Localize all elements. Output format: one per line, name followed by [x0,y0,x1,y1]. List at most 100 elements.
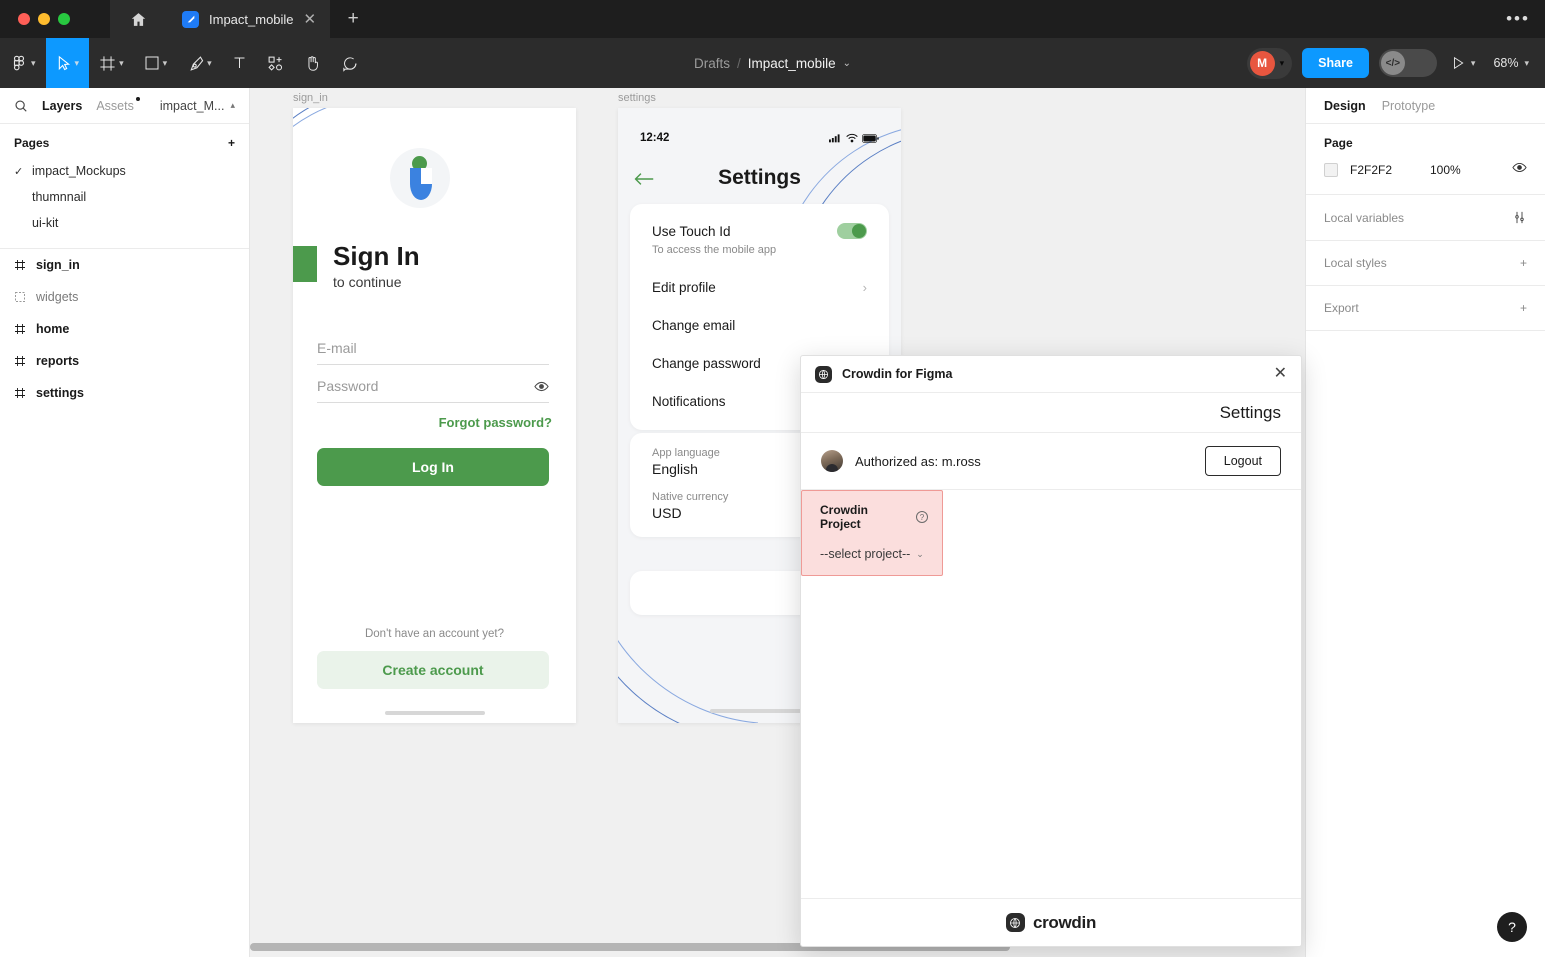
touch-id-toggle[interactable] [837,223,867,239]
frame-icon [100,55,115,71]
layer-item-label: settings [36,386,84,400]
eye-icon [1512,162,1527,173]
maximize-window-button[interactable] [58,13,70,25]
local-styles-label: Local styles [1324,256,1387,270]
close-tab-button[interactable]: ✕ [304,12,317,27]
pen-tool-caret: ▾ [207,57,212,68]
new-tab-button[interactable]: + [330,0,377,38]
add-local-style-button[interactable]: + [1520,257,1527,269]
file-tab[interactable]: Impact_mobile ✕ [166,0,331,38]
window-menu-button[interactable]: ••• [1491,0,1545,38]
home-icon [131,12,145,26]
password-field[interactable]: Password [317,378,549,403]
layer-item-reports[interactable]: reports [0,345,249,377]
shape-tool[interactable]: ▾ [134,38,178,88]
add-export-button[interactable]: + [1520,302,1527,314]
log-in-button[interactable]: Log In [317,448,549,486]
export-section[interactable]: Export + [1306,286,1545,331]
mockup-sign-in[interactable]: Sign In to continue E-mail Password Forg… [293,108,576,723]
color-swatch[interactable] [1324,163,1338,177]
dev-mode-toggle[interactable]: </> [1378,49,1437,77]
help-circle-icon[interactable]: ? [916,511,928,523]
visibility-toggle[interactable] [1512,160,1527,180]
toolbar-right-controls: M ▾ Share </> ▾ 68% ▾ [1246,47,1545,79]
authorized-as-label: Authorized as: m.ross [855,453,981,469]
dialog-section-title: Settings [1219,402,1281,422]
home-button[interactable] [110,0,166,38]
hand-tool[interactable] [294,38,331,88]
email-field[interactable]: E-mail [317,340,549,365]
page-item-ui-kit[interactable]: ui-kit [0,210,249,236]
comment-tool[interactable] [331,38,368,88]
avatar-chevron-down-icon: ▾ [1279,57,1285,68]
add-page-button[interactable]: + [228,137,235,149]
text-icon [234,57,245,68]
resources-tool[interactable] [257,38,294,88]
status-time: 12:42 [640,132,670,144]
create-account-button[interactable]: Create account [317,651,549,689]
layer-item-settings[interactable]: settings [0,377,249,409]
frame-icon [15,356,25,366]
logout-button[interactable]: Logout [1204,446,1281,476]
right-panel: Design Prototype Page F2F2F2 100% Local … [1305,88,1545,957]
text-tool[interactable] [222,38,257,88]
tab-layers[interactable]: Layers [42,99,82,113]
project-select-value: --select project-- [820,547,911,561]
pen-tool[interactable]: ▾ [177,38,222,88]
eye-icon[interactable] [534,379,549,394]
pages-header-label: Pages [14,136,50,150]
project-select-dropdown[interactable]: --select project-- ⌄ [820,547,928,561]
page-item-label: impact_Mockups [32,164,126,178]
breadcrumb-file[interactable]: Impact_mobile [748,56,836,71]
crowdin-project-error-box: Crowdin Project ? --select project-- ⌄ [801,490,943,576]
breadcrumb-root[interactable]: Drafts [694,56,730,71]
move-icon [58,55,70,70]
layers-list: sign_in widgets home reports settings [0,249,249,409]
frame-tool[interactable]: ▾ [89,38,134,88]
comment-icon [342,56,357,72]
close-window-button[interactable] [18,13,30,25]
tab-design[interactable]: Design [1324,99,1366,113]
page-fill-opacity[interactable]: 100% [1430,163,1500,177]
crowdin-project-label-row: Crowdin Project ? [820,503,928,531]
authorization-row: Authorized as: m.ross Logout [801,433,1301,490]
user-avatar-chip[interactable]: M ▾ [1246,47,1293,79]
page-fill-hex[interactable]: F2F2F2 [1350,163,1418,177]
frame-label-settings[interactable]: settings [618,92,656,104]
close-icon[interactable]: ✕ [1274,366,1287,382]
change-email-row[interactable]: Change email [630,306,889,344]
zoom-control[interactable]: 68% ▾ [1489,56,1529,70]
frame-icon [15,324,25,334]
variables-icon[interactable] [1512,210,1527,225]
dialog-titlebar: Crowdin for Figma ✕ [801,356,1301,393]
layer-item-home[interactable]: home [0,313,249,345]
page-item-thumnnail[interactable]: thumnnail [0,184,249,210]
layer-item-label: home [36,322,70,336]
local-styles-section[interactable]: Local styles + [1306,241,1545,286]
figma-menu-caret: ▾ [31,57,36,68]
crowdin-plugin-dialog[interactable]: Crowdin for Figma ✕ Settings Authorized … [800,355,1302,947]
layer-item-widgets[interactable]: widgets [0,281,249,313]
move-tool[interactable]: ▾ [45,38,90,88]
left-panel-file-name[interactable]: impact_M... ▴ [160,99,235,113]
edit-profile-row[interactable]: Edit profile › [630,268,889,306]
resources-icon [268,56,282,71]
share-button[interactable]: Share [1302,48,1369,78]
layer-item-label: sign_in [36,258,80,272]
local-variables-section[interactable]: Local variables [1306,195,1545,241]
tab-assets[interactable]: Assets [96,96,140,113]
minimize-window-button[interactable] [38,13,50,25]
breadcrumb-chevron-down-icon[interactable]: ⌄ [843,58,851,69]
forgot-password-link[interactable]: Forgot password? [439,415,552,430]
page-fill-row: F2F2F2 100% [1324,160,1527,180]
figma-menu-button[interactable]: ▾ [0,38,46,88]
chevron-right-icon: › [862,279,867,295]
page-item-impact-mockups[interactable]: ✓ impact_Mockups [0,158,249,184]
layer-item-sign-in[interactable]: sign_in [0,249,249,281]
search-icon[interactable] [14,99,28,113]
frame-label-sign-in[interactable]: sign_in [293,92,328,104]
tab-prototype[interactable]: Prototype [1382,99,1436,113]
page-item-label: ui-kit [32,216,59,230]
help-button[interactable]: ? [1497,912,1527,942]
present-button[interactable]: ▾ [1447,56,1480,70]
